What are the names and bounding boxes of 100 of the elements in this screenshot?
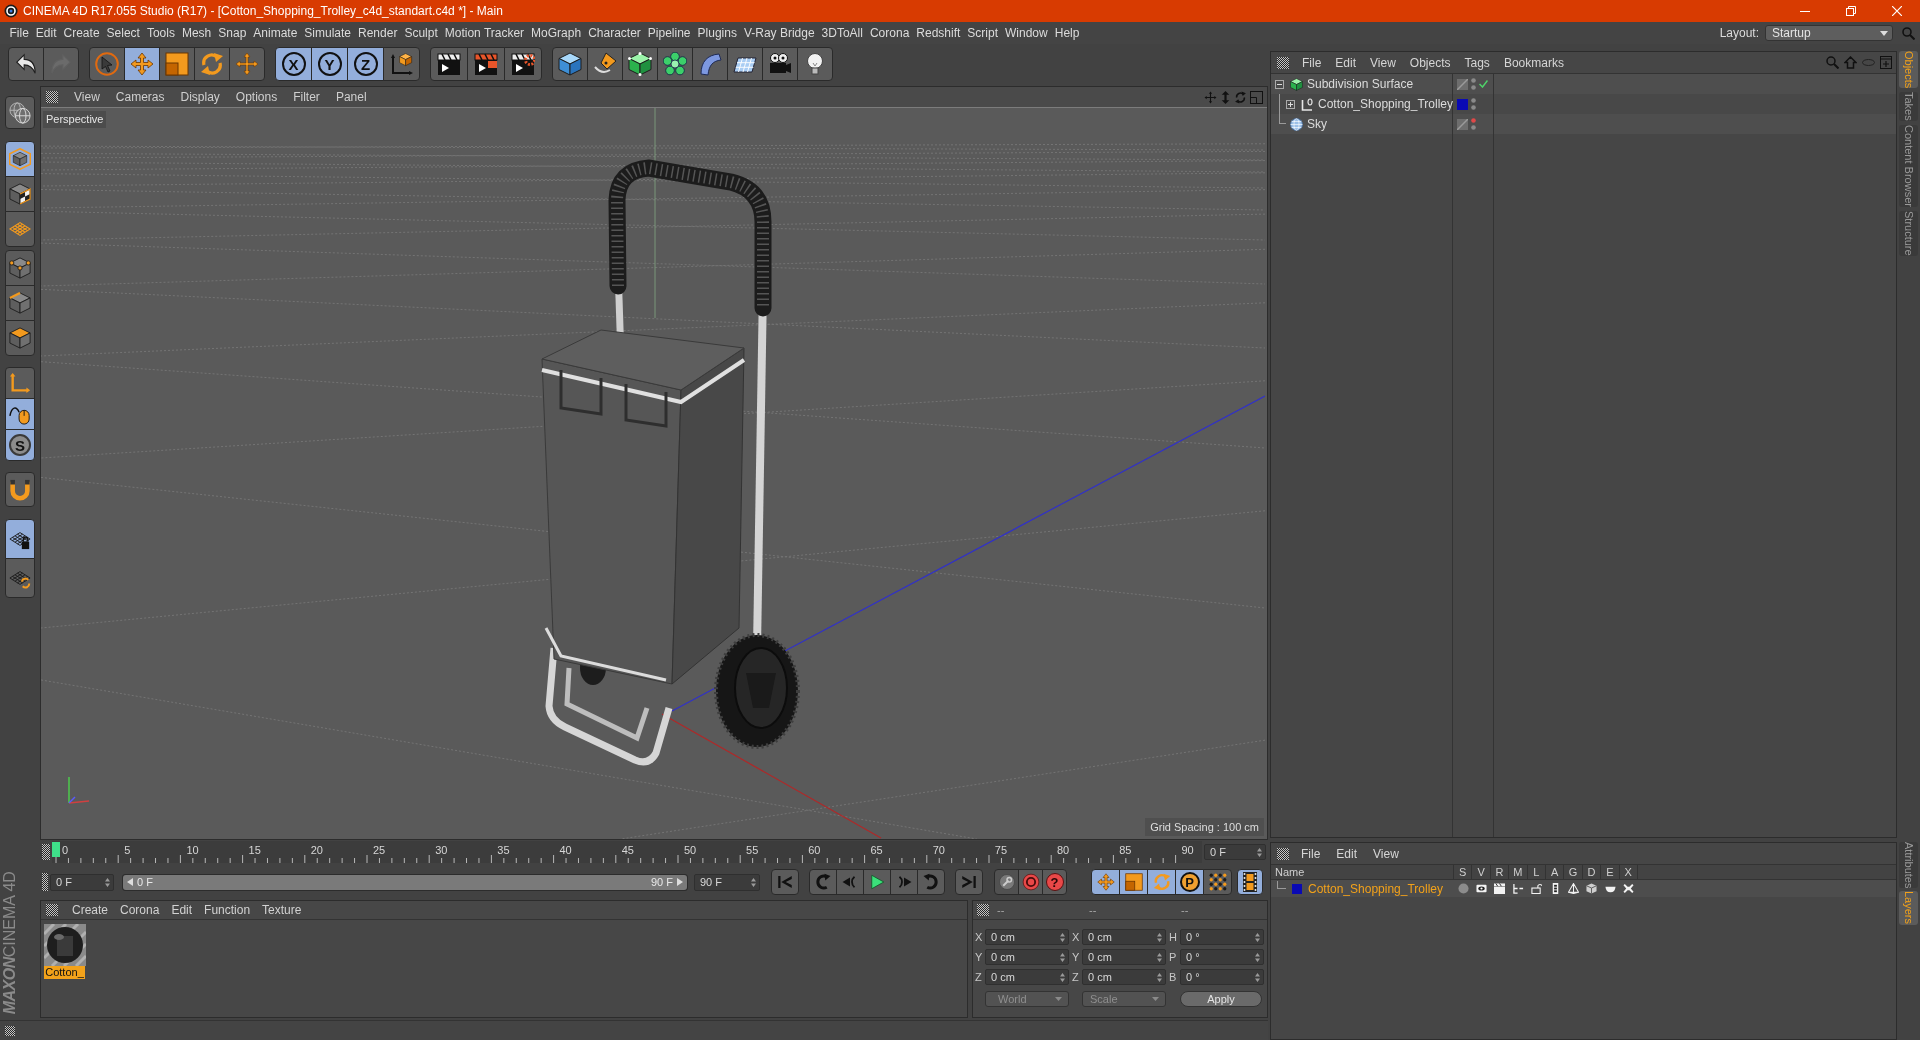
- render-settings-button[interactable]: [504, 47, 542, 81]
- menu-item[interactable]: Simulate: [300, 24, 355, 42]
- object-menu-item[interactable]: Objects: [1402, 53, 1458, 72]
- menu-item[interactable]: Window: [1001, 24, 1052, 42]
- menu-item[interactable]: Mesh: [178, 24, 215, 42]
- render-view-button[interactable]: [430, 47, 468, 81]
- cloner-button[interactable]: [657, 47, 693, 81]
- lock-workplane-button[interactable]: [5, 519, 35, 559]
- side-tab[interactable]: Content Browser: [1899, 125, 1918, 207]
- x-shape-icon[interactable]: [1623, 883, 1635, 894]
- live-selection-button[interactable]: [229, 47, 265, 81]
- scale-button[interactable]: [159, 47, 195, 81]
- menu-item[interactable]: MoGraph: [527, 24, 585, 42]
- menu-item[interactable]: Create: [60, 24, 104, 42]
- planar-workplane-button[interactable]: [5, 558, 35, 598]
- menu-item[interactable]: Help: [1051, 24, 1083, 42]
- menu-item[interactable]: Render: [354, 24, 401, 42]
- workplane-mode-button[interactable]: [5, 211, 35, 247]
- menu-item[interactable]: File: [6, 24, 33, 42]
- keyframe-selection-button[interactable]: ?: [1042, 869, 1067, 895]
- position-field[interactable]: 0 cm: [985, 929, 1069, 945]
- cube-button[interactable]: [552, 47, 588, 81]
- menu-item[interactable]: Plugins: [694, 24, 741, 42]
- menu-item[interactable]: Tools: [143, 24, 179, 42]
- snap-button[interactable]: [5, 472, 35, 507]
- layout-dropdown[interactable]: Startup: [1765, 25, 1893, 41]
- object-menu-item[interactable]: View: [1363, 53, 1403, 72]
- position-field[interactable]: 0 cm: [985, 949, 1069, 965]
- undo-button[interactable]: [8, 47, 44, 81]
- visibility-dots-icon[interactable]: [1471, 78, 1476, 90]
- object-name[interactable]: Cotton_Shopping_Trolley: [1318, 95, 1453, 113]
- timeline-button[interactable]: [1237, 869, 1263, 895]
- object-name[interactable]: Sky: [1307, 115, 1327, 133]
- move-button[interactable]: [124, 47, 160, 81]
- rotate-key-button[interactable]: [1147, 869, 1176, 895]
- side-tab[interactable]: Takes: [1899, 92, 1918, 122]
- coordinate-system-button[interactable]: [383, 47, 420, 81]
- size-field[interactable]: 0 cm: [1082, 929, 1166, 945]
- previous-key-button[interactable]: [809, 869, 837, 895]
- playhead-marker[interactable]: [52, 842, 60, 857]
- hierarchy-icon[interactable]: [1512, 883, 1524, 894]
- layer-menu-item[interactable]: Edit: [1328, 844, 1366, 863]
- viewport-menu-item[interactable]: Options: [227, 88, 286, 106]
- dot-icon[interactable]: [1457, 883, 1469, 894]
- object-menu-item[interactable]: Tags: [1457, 53, 1497, 72]
- clapboard-icon[interactable]: [1494, 883, 1506, 894]
- rotation-field[interactable]: 0 °: [1180, 929, 1264, 945]
- menu-item[interactable]: Character: [584, 24, 645, 42]
- edges-mode-button[interactable]: [5, 285, 35, 321]
- menu-item[interactable]: Redshift: [912, 24, 964, 42]
- lock-icon[interactable]: [1531, 883, 1543, 894]
- axis-mode-button[interactable]: [5, 367, 35, 399]
- size-field[interactable]: 0 cm: [1082, 949, 1166, 965]
- rotation-field[interactable]: 0 °: [1180, 969, 1264, 985]
- viewport-canvas[interactable]: Perspective Grid Spacing : 100 cm: [41, 107, 1267, 839]
- floor-button[interactable]: [727, 47, 763, 81]
- menu-item[interactable]: Snap: [214, 24, 250, 42]
- material-sphere-icon[interactable]: [43, 924, 86, 966]
- visibility-dots-icon[interactable]: [1471, 118, 1476, 130]
- eye-icon[interactable]: [1476, 883, 1488, 894]
- menu-item[interactable]: V-Ray Bridge: [740, 24, 819, 42]
- cube-icon[interactable]: [1586, 883, 1598, 894]
- viewport-menu-item[interactable]: View: [66, 88, 108, 106]
- material-menu-item[interactable]: Create: [66, 901, 115, 919]
- menu-item[interactable]: Motion Tracker: [441, 24, 528, 42]
- visibility-dots-icon[interactable]: [1471, 98, 1476, 110]
- menu-item[interactable]: 3DToAll: [818, 24, 867, 42]
- play-button[interactable]: [863, 869, 891, 895]
- record-object-button[interactable]: [994, 869, 1019, 895]
- axis-lock-button[interactable]: Y: [311, 47, 348, 81]
- light-button[interactable]: [797, 47, 833, 81]
- go-to-start-button[interactable]: [771, 869, 799, 895]
- size-field[interactable]: 0 cm: [1082, 969, 1166, 985]
- side-tab[interactable]: Structure: [1899, 211, 1918, 256]
- end-frame-field[interactable]: 90 F: [694, 873, 760, 891]
- rotation-field[interactable]: 0 °: [1180, 949, 1264, 965]
- viewport-menu-item[interactable]: Display: [172, 88, 228, 106]
- point-level-button[interactable]: [1203, 869, 1232, 895]
- apply-button[interactable]: Apply: [1180, 991, 1262, 1007]
- camera-button[interactable]: [762, 47, 798, 81]
- subdivision-button[interactable]: [622, 47, 658, 81]
- menu-item[interactable]: Corona: [866, 24, 913, 42]
- layer-menu-item[interactable]: View: [1365, 844, 1407, 863]
- parameter-key-button[interactable]: P: [1175, 869, 1204, 895]
- shopping-trolley-drawing[interactable]: [541, 159, 800, 766]
- select-button[interactable]: [89, 47, 125, 81]
- object-menu-item[interactable]: Edit: [1328, 53, 1364, 72]
- material-menu-item[interactable]: Edit: [165, 901, 199, 919]
- scale-key-button[interactable]: [1119, 869, 1148, 895]
- points-mode-button[interactable]: [5, 250, 35, 286]
- pyramid-icon[interactable]: [1568, 883, 1580, 894]
- material-menu-item[interactable]: Texture: [256, 901, 308, 919]
- material-name[interactable]: Cotton_: [44, 966, 85, 979]
- tweak-mode-button[interactable]: [5, 398, 35, 430]
- menu-item[interactable]: Sculpt: [400, 24, 442, 42]
- start-frame-field[interactable]: 0 F: [50, 873, 114, 891]
- rotate-button[interactable]: [194, 47, 230, 81]
- viewport-menu-item[interactable]: Cameras: [107, 88, 173, 106]
- deformer-button[interactable]: [692, 47, 728, 81]
- texture-mode-button[interactable]: [5, 176, 35, 212]
